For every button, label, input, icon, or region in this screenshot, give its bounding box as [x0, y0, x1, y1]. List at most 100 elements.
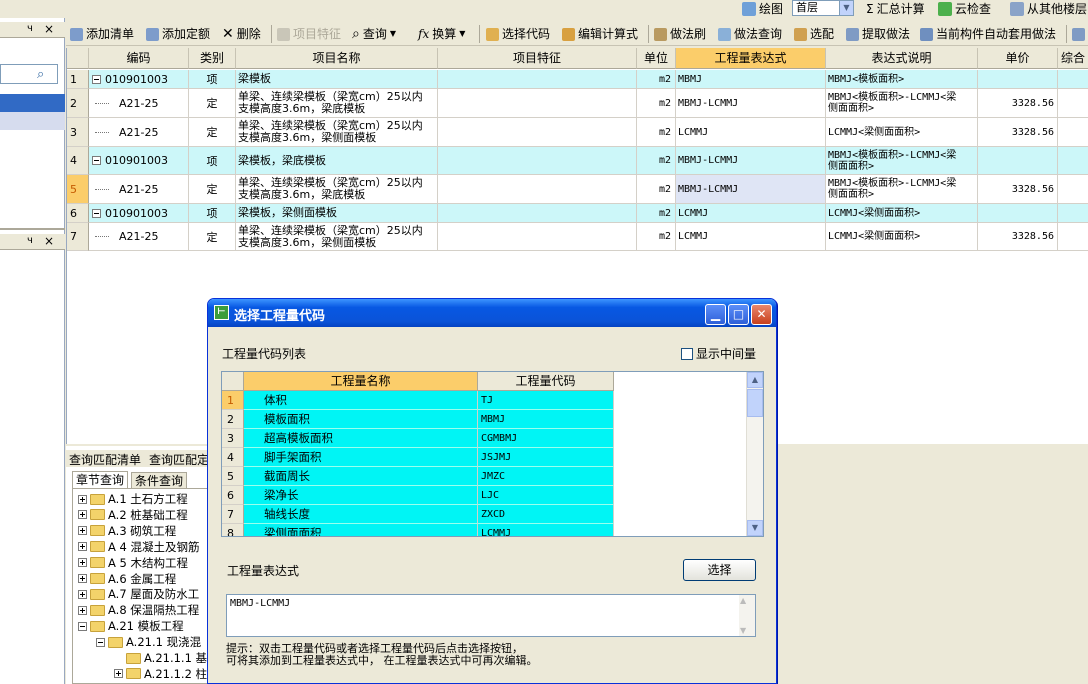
- chevron-down-icon[interactable]: ▼: [839, 1, 853, 15]
- expand-icon[interactable]: [78, 510, 87, 520]
- grid-row[interactable]: 5 A21-25 定单梁、连续梁模板（梁宽cm）25以内 支模高度3.6m，梁底模板 m…: [67, 175, 1088, 204]
- cell-price[interactable]: [978, 147, 1058, 175]
- cell-type[interactable]: 定: [189, 175, 236, 204]
- cell-type[interactable]: 项: [189, 204, 236, 223]
- expand-icon[interactable]: [78, 574, 87, 583]
- grid-row[interactable]: 3 A21-25 定单梁、连续梁模板（梁宽cm）25以内 支模高度3.6m，梁侧面模板…: [67, 118, 1088, 147]
- cell-price[interactable]: 3328.56: [978, 223, 1058, 251]
- quantity-code[interactable]: TJ: [478, 391, 614, 410]
- quantity-code-row[interactable]: 8 梁侧面面积 LCMMJ: [222, 524, 614, 536]
- summary-calc-button[interactable]: Σ 汇总计算: [866, 1, 925, 17]
- quantity-code-row[interactable]: 3 超高模板面积 CGMBMJ: [222, 429, 614, 448]
- cell-description[interactable]: LCMMJ<梁侧面面积>: [826, 118, 978, 147]
- row-number[interactable]: 3: [222, 429, 244, 448]
- pin-icon[interactable]: ч: [27, 235, 33, 246]
- method-brush-button[interactable]: 做法刷: [654, 25, 706, 43]
- scroll-down-icon[interactable]: ▼: [740, 626, 746, 635]
- query-button[interactable]: ⌕ 查询 ▼: [352, 25, 396, 43]
- scroll-thumb[interactable]: [747, 389, 763, 417]
- auto-apply-button[interactable]: 当前构件自动套用做法: [920, 25, 1056, 43]
- cell-name[interactable]: 单梁、连续梁模板（梁宽cm）25以内 支模高度3.6m，梁底模板: [236, 89, 438, 118]
- cell-type[interactable]: 定: [189, 118, 236, 147]
- tree-node[interactable]: A.21.1 现浇混: [96, 634, 201, 650]
- row-number[interactable]: 7: [222, 505, 244, 524]
- quantity-name[interactable]: 截面周长: [244, 467, 478, 486]
- select-match-button[interactable]: 选配: [794, 25, 834, 43]
- checkbox-box[interactable]: [681, 347, 693, 360]
- method-query-button[interactable]: 做法查询: [718, 25, 782, 43]
- cell-total[interactable]: [1058, 223, 1088, 251]
- tree-node[interactable]: A.6 金属工程: [78, 571, 176, 587]
- quantity-name[interactable]: 体积: [244, 391, 478, 410]
- cell-code[interactable]: 010901003: [89, 204, 189, 223]
- cell-unit[interactable]: m2: [637, 70, 676, 89]
- maximize-button[interactable]: □: [728, 304, 749, 325]
- quantity-name[interactable]: 轴线长度: [244, 505, 478, 524]
- tree-node[interactable]: A.21.1.2 柱: [114, 666, 207, 682]
- cell-unit[interactable]: m2: [637, 89, 676, 118]
- quantity-code[interactable]: LJC: [478, 486, 614, 505]
- header-unit[interactable]: 单位: [637, 48, 676, 69]
- add-list-button[interactable]: 添加清单: [70, 25, 134, 43]
- row-number[interactable]: 4: [222, 448, 244, 467]
- cell-type[interactable]: 定: [189, 89, 236, 118]
- cell-feature[interactable]: [438, 204, 637, 223]
- extract-method-button[interactable]: 提取做法: [846, 25, 910, 43]
- quantity-code-row[interactable]: 4 脚手架面积 JSJMJ: [222, 448, 614, 467]
- cell-price[interactable]: [978, 70, 1058, 89]
- quantity-code-row[interactable]: 2 模板面积 MBMJ: [222, 410, 614, 429]
- cell-name[interactable]: 单梁、连续梁模板（梁宽cm）25以内 支模高度3.6m，梁底模板: [236, 175, 438, 204]
- quantity-name[interactable]: 梁侧面面积: [244, 524, 478, 536]
- expand-icon[interactable]: [78, 589, 87, 599]
- delete-button[interactable]: ✕ 删除: [222, 25, 261, 43]
- quantity-code[interactable]: JSJMJ: [478, 448, 614, 467]
- convert-button[interactable]: fx 换算 ▼: [418, 25, 465, 43]
- search-icon[interactable]: ⌕: [37, 67, 44, 82]
- tree-node[interactable]: A.21 模板工程: [78, 618, 184, 634]
- row-number[interactable]: 7: [67, 223, 89, 251]
- tab-query-quota[interactable]: 查询匹配定: [149, 451, 209, 468]
- row-number[interactable]: 4: [67, 147, 89, 175]
- quantity-name[interactable]: 模板面积: [244, 410, 478, 429]
- cell-expression[interactable]: LCMMJ: [676, 118, 826, 147]
- header-expression[interactable]: 工程量表达式: [676, 48, 826, 69]
- tree-node[interactable]: A.1 土石方工程: [78, 491, 188, 507]
- select-code-button[interactable]: 选择代码: [486, 25, 550, 43]
- list-scrollbar[interactable]: ▲ ▼: [746, 372, 763, 536]
- tree-node[interactable]: A.2 桩基础工程: [78, 507, 188, 523]
- cell-feature[interactable]: [438, 70, 637, 89]
- col-quantity-name[interactable]: 工程量名称: [244, 372, 478, 391]
- cell-price[interactable]: 3328.56: [978, 175, 1058, 204]
- cell-code[interactable]: A21-25: [89, 175, 189, 204]
- quantity-code[interactable]: CGMBMJ: [478, 429, 614, 448]
- collapse-icon[interactable]: [92, 156, 101, 165]
- cell-description[interactable]: MBMJ<模板面积>: [826, 70, 978, 89]
- more-toolbar-button[interactable]: [1072, 25, 1085, 43]
- cell-unit[interactable]: m2: [637, 147, 676, 175]
- cell-unit[interactable]: m2: [637, 204, 676, 223]
- show-intermediate-checkbox[interactable]: 显示中间量: [681, 345, 756, 362]
- row-number[interactable]: 8: [222, 524, 244, 536]
- tree-node[interactable]: A.21.1.1 基: [114, 650, 207, 666]
- header-code[interactable]: 编码: [89, 48, 189, 69]
- add-quota-button[interactable]: 添加定额: [146, 25, 210, 43]
- expand-icon[interactable]: [78, 542, 87, 552]
- cell-price[interactable]: 3328.56: [978, 89, 1058, 118]
- cell-code[interactable]: A21-25: [89, 89, 189, 118]
- cell-total[interactable]: [1058, 70, 1088, 89]
- edit-formula-button[interactable]: 编辑计算式: [562, 25, 638, 43]
- tree-node[interactable]: A 4 混凝土及钢筋: [78, 539, 200, 555]
- cell-code[interactable]: A21-25: [89, 223, 189, 251]
- cell-feature[interactable]: [438, 118, 637, 147]
- quantity-code-row[interactable]: 6 梁净长 LJC: [222, 486, 614, 505]
- row-number[interactable]: 3: [67, 118, 89, 147]
- cell-feature[interactable]: [438, 223, 637, 251]
- row-number[interactable]: 5: [222, 467, 244, 486]
- grid-row[interactable]: 2 A21-25 定单梁、连续梁模板（梁宽cm）25以内 支模高度3.6m，梁底模板 m…: [67, 89, 1088, 118]
- item-feature-button[interactable]: 项目特征: [277, 25, 341, 43]
- expand-icon[interactable]: [78, 605, 87, 615]
- left-list-item[interactable]: [0, 112, 65, 130]
- cell-description[interactable]: LCMMJ<梁侧面面积>: [826, 204, 978, 223]
- row-number[interactable]: 6: [222, 486, 244, 505]
- row-number[interactable]: 2: [67, 89, 89, 118]
